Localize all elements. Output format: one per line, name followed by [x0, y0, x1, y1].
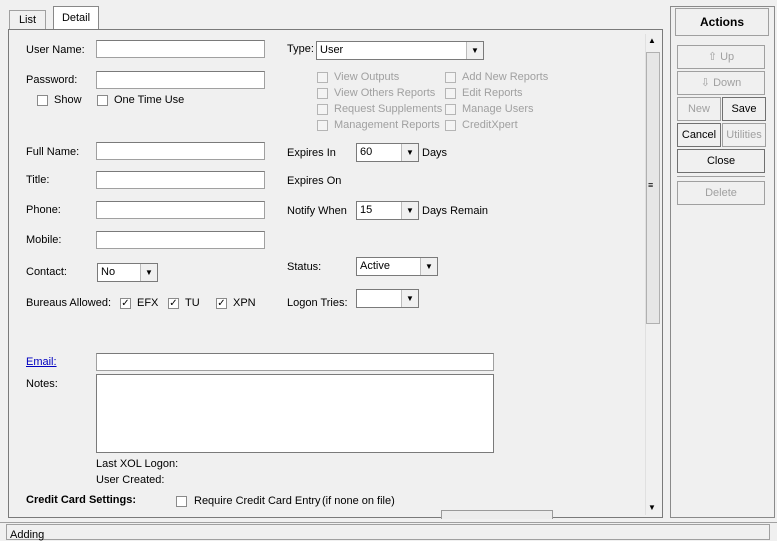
expires-on-label: Expires On: [287, 175, 342, 187]
manage-users-label: Manage Users: [462, 103, 534, 115]
add-new-reports-label: Add New Reports: [462, 71, 549, 83]
notify-when-label: Notify When: [287, 205, 347, 217]
title-label: Title:: [26, 174, 50, 186]
contact-select[interactable]: No ▼: [97, 263, 158, 282]
tab-detail[interactable]: Detail: [53, 6, 99, 31]
logon-tries-label: Logon Tries:: [287, 297, 348, 309]
management-reports-checkbox[interactable]: [317, 120, 328, 131]
notes-textarea[interactable]: [96, 374, 494, 453]
up-arrow-icon: ⇧: [707, 51, 718, 63]
xpn-label: XPN: [233, 297, 256, 309]
chevron-down-icon: ▼: [401, 202, 418, 219]
require-cc-label: Require Credit Card Entry: [194, 495, 321, 507]
close-button[interactable]: Close: [677, 149, 765, 173]
require-cc-checkbox[interactable]: [176, 496, 187, 507]
scroll-down-icon[interactable]: ▼: [648, 503, 656, 512]
type-select[interactable]: User ▼: [316, 41, 484, 60]
status-value: Active: [360, 260, 390, 272]
delete-button[interactable]: Delete: [677, 181, 765, 205]
days-label: Days: [422, 147, 448, 159]
tab-list[interactable]: List: [9, 10, 46, 30]
view-outputs-label: View Outputs: [334, 71, 400, 83]
edit-reports-checkbox[interactable]: [445, 88, 456, 99]
actions-divider: [677, 176, 765, 177]
up-button[interactable]: ⇧ Up: [677, 45, 765, 69]
credit-card-settings-heading: Credit Card Settings:: [26, 494, 137, 506]
efx-label: EFX: [137, 297, 159, 309]
require-cc-hint: (if none on file): [322, 495, 395, 507]
grip-icon: ≡: [648, 180, 654, 190]
mobile-field[interactable]: [96, 231, 265, 249]
manage-users-checkbox[interactable]: [445, 104, 456, 115]
tu-checkbox[interactable]: ✓: [168, 298, 179, 309]
creditxpert-label: CreditXpert: [462, 119, 518, 131]
notes-label: Notes:: [26, 378, 58, 390]
down-arrow-icon: ⇩: [700, 77, 711, 89]
status-text: Adding: [10, 529, 45, 541]
phone-field[interactable]: [96, 201, 265, 219]
tab-bar: [0, 0, 670, 30]
email-link[interactable]: Email:: [26, 356, 57, 368]
status-label: Status:: [287, 261, 322, 273]
add-new-reports-checkbox[interactable]: [445, 72, 456, 83]
show-label: Show: [54, 94, 82, 106]
user-name-label: User Name:: [26, 44, 85, 56]
cancel-button[interactable]: Cancel: [677, 123, 721, 147]
request-supplements-label: Request Supplements: [334, 103, 443, 115]
notify-when-select[interactable]: 15 ▼: [356, 201, 419, 220]
view-outputs-checkbox[interactable]: [317, 72, 328, 83]
management-reports-label: Management Reports: [334, 119, 440, 131]
scroll-up-icon[interactable]: ▲: [648, 36, 656, 45]
partially-visible-button[interactable]: [441, 510, 553, 519]
contact-label: Contact:: [26, 266, 67, 278]
notify-when-value: 15: [360, 204, 373, 216]
full-name-field[interactable]: [96, 142, 265, 160]
one-time-use-checkbox[interactable]: [97, 95, 108, 106]
chevron-down-icon: ▼: [401, 144, 418, 161]
view-others-reports-label: View Others Reports: [334, 87, 436, 99]
type-value: User: [320, 44, 344, 56]
view-others-reports-checkbox[interactable]: [317, 88, 328, 99]
phone-label: Phone:: [26, 204, 61, 216]
xpn-checkbox[interactable]: ✓: [216, 298, 227, 309]
user-name-field[interactable]: [96, 40, 265, 58]
actions-title: Actions: [675, 8, 769, 36]
last-logon-label: Last XOL Logon:: [96, 458, 179, 470]
password-label: Password:: [26, 74, 78, 86]
down-button[interactable]: ⇩ Down: [677, 71, 765, 95]
type-label: Type:: [287, 43, 314, 55]
show-password-checkbox[interactable]: [37, 95, 48, 106]
utilities-button[interactable]: Utilities: [722, 123, 766, 147]
expires-in-label: Expires In: [287, 147, 336, 159]
bureaus-label: Bureaus Allowed:: [26, 297, 111, 309]
chevron-down-icon: ▼: [466, 42, 483, 59]
password-field[interactable]: [96, 71, 265, 89]
expires-in-select[interactable]: 60 ▼: [356, 143, 419, 162]
new-button[interactable]: New: [677, 97, 721, 121]
tu-label: TU: [185, 297, 200, 309]
efx-checkbox[interactable]: ✓: [120, 298, 131, 309]
creditxpert-checkbox[interactable]: [445, 120, 456, 131]
user-created-label: User Created:: [96, 474, 165, 486]
contact-value: No: [101, 266, 116, 278]
chevron-down-icon: ▼: [140, 264, 157, 281]
one-time-use-label: One Time Use: [114, 94, 185, 106]
days-remain-label: Days Remain: [422, 205, 489, 217]
edit-reports-label: Edit Reports: [462, 87, 523, 99]
title-field[interactable]: [96, 171, 265, 189]
chevron-down-icon: ▼: [420, 258, 437, 275]
chevron-down-icon: ▼: [401, 290, 418, 307]
logon-tries-select[interactable]: ▼: [356, 289, 419, 308]
full-name-label: Full Name:: [26, 146, 80, 158]
mobile-label: Mobile:: [26, 234, 62, 246]
request-supplements-checkbox[interactable]: [317, 104, 328, 115]
save-button[interactable]: Save: [722, 97, 766, 121]
status-select[interactable]: Active ▼: [356, 257, 438, 276]
expires-in-value: 60: [360, 146, 373, 158]
email-field[interactable]: [96, 353, 494, 371]
